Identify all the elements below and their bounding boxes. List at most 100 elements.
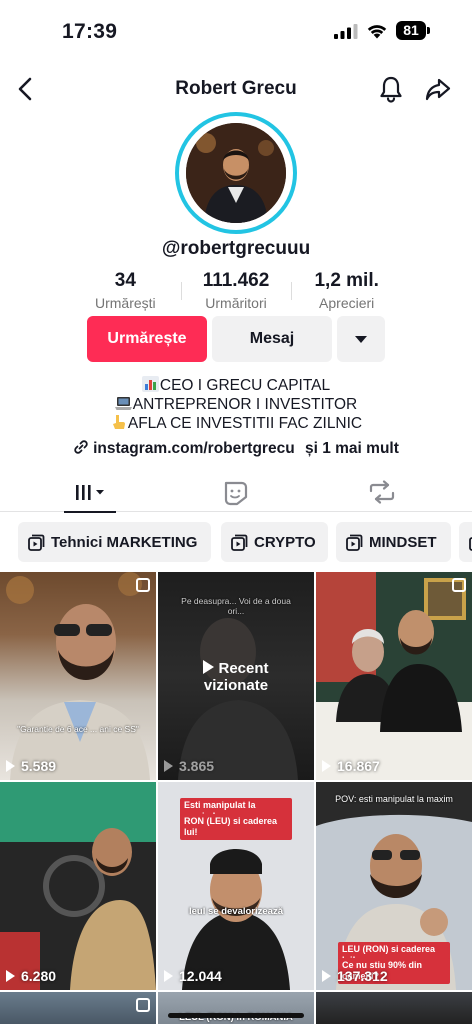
bio-link-more[interactable]: și 1 mai mult xyxy=(305,440,399,457)
play-icon xyxy=(164,970,173,982)
caret-down-icon xyxy=(355,335,367,343)
playlist-icon xyxy=(346,534,363,551)
avatar-story-ring[interactable] xyxy=(175,112,297,234)
profile-header: Robert Grecu xyxy=(0,66,472,112)
tab-videos[interactable] xyxy=(62,478,122,513)
bar-chart-emoji-icon xyxy=(141,376,159,392)
play-icon xyxy=(6,970,15,982)
view-count-value: 3.865 xyxy=(179,758,215,774)
recent-label-line2: vizionate xyxy=(203,677,269,694)
video-thumbnail[interactable]: 16.867 xyxy=(316,572,472,780)
bio-link[interactable]: instagram.com/robertgrecu și 1 mai mult xyxy=(0,439,472,458)
video-thumbnail[interactable]: Esti manipulat la maxim! RON (LEU) si ca… xyxy=(158,782,314,990)
carousel-icon xyxy=(452,578,466,592)
play-icon xyxy=(6,760,15,772)
share-icon[interactable] xyxy=(424,75,452,103)
video-thumbnail[interactable]: LEUL (RON) in ROMANIA xyxy=(158,992,314,1024)
cellular-signal-icon xyxy=(334,24,358,39)
carousel-icon xyxy=(136,998,150,1012)
stat-value: 111.462 xyxy=(202,270,270,291)
video-thumbnail[interactable]: Pe deasupra... Voi de a doua ori... Rece… xyxy=(158,572,314,780)
stat-following[interactable]: 34 Urmărești xyxy=(70,270,181,314)
view-count: 6.280 xyxy=(6,968,56,984)
play-icon xyxy=(203,660,215,674)
stat-value: 34 xyxy=(114,270,136,291)
caption-badge: RON (LEU) si caderea lui! xyxy=(180,814,292,840)
playlist-chips: Tehnici MARKETING CRYPTO MINDSET xyxy=(0,520,472,564)
video-caption: "Garantie de 6 ace ... ani ce SS" xyxy=(17,724,139,734)
bio-line: ANTREPRENOR I INVESTITOR xyxy=(0,395,472,414)
playlist-chip[interactable]: CRYPTO xyxy=(221,522,328,562)
play-icon xyxy=(164,760,173,772)
bio: CEO I GRECU CAPITAL ANTREPRENOR I INVEST… xyxy=(0,376,472,433)
carousel-icon xyxy=(136,578,150,592)
playlist-label: MINDSET xyxy=(369,533,437,551)
bio-link-url[interactable]: instagram.com/robertgrecu xyxy=(93,440,295,457)
tab-reposts[interactable] xyxy=(352,478,412,508)
username: @robertgrecuuu xyxy=(161,238,311,259)
wifi-icon xyxy=(367,25,387,39)
recent-label-line1: Recent xyxy=(218,660,269,677)
tab-favorites[interactable] xyxy=(206,478,266,508)
video-still xyxy=(316,572,472,780)
follow-button[interactable]: Urmărește xyxy=(87,316,207,362)
message-button[interactable]: Mesaj xyxy=(212,316,332,362)
playlist-icon xyxy=(231,534,248,551)
stat-label: Urmărești xyxy=(95,295,156,311)
avatar[interactable] xyxy=(186,123,286,223)
video-grid: "Garantie de 6 ace ... ani ce SS" 5.589 … xyxy=(0,572,472,1024)
profile-tabs xyxy=(0,474,472,513)
battery-tip xyxy=(427,27,430,34)
view-count: 16.867 xyxy=(322,758,380,774)
stat-followers[interactable]: 111.462 Urmăritori xyxy=(180,270,292,314)
video-still xyxy=(6,572,150,780)
view-count: 12.044 xyxy=(164,968,222,984)
playlist-chip[interactable]: MINDSET xyxy=(336,522,451,562)
stat-likes[interactable]: 1,2 mil. Aprecieri xyxy=(291,270,402,314)
link-icon xyxy=(74,440,88,454)
view-count-value: 6.280 xyxy=(21,968,57,984)
bio-line: AFLA CE INVESTITII FAC ZILNIC xyxy=(0,414,472,433)
view-count-value: 16.867 xyxy=(337,758,380,774)
laptop-emoji-icon xyxy=(114,397,132,410)
stat-label: Urmăritori xyxy=(205,295,267,311)
view-count-value: 5.589 xyxy=(21,758,57,774)
view-count: 5.589 xyxy=(6,758,56,774)
playlist-icon xyxy=(28,534,45,551)
bio-line-2: ANTREPRENOR I INVESTITOR xyxy=(132,396,358,413)
sticker-icon xyxy=(224,481,248,506)
bio-line: CEO I GRECU CAPITAL xyxy=(0,376,472,395)
video-thumbnail[interactable]: 6.280 xyxy=(0,782,156,990)
play-icon xyxy=(322,760,331,772)
play-icon xyxy=(322,970,331,982)
video-thumbnail[interactable] xyxy=(316,992,472,1024)
videos-grid-icon xyxy=(76,485,104,500)
stat-value: 1,2 mil. xyxy=(314,270,379,291)
video-still xyxy=(0,782,156,990)
pointing-down-emoji-icon xyxy=(112,415,125,429)
battery-indicator: 81 xyxy=(396,21,426,40)
playlist-chip[interactable]: Tehnici MARKETING xyxy=(18,522,211,562)
view-count-value: 12.044 xyxy=(179,968,222,984)
video-thumbnail[interactable]: POV: esti manipulat la maxim LEU (RON) s… xyxy=(316,782,472,990)
playlist-chip-partial[interactable] xyxy=(459,522,472,562)
bio-line-3: AFLA CE INVESTITII FAC ZILNIC xyxy=(127,415,363,432)
stat-label: Aprecieri xyxy=(319,295,375,311)
playlist-label: Tehnici MARKETING xyxy=(51,533,198,551)
suggested-accounts-button[interactable] xyxy=(337,316,385,362)
playlist-label: CRYPTO xyxy=(254,533,316,551)
video-caption: POV: esti manipulat la maxim xyxy=(335,794,453,804)
view-count-value: 137.312 xyxy=(337,968,388,984)
bio-line-1: CEO I GRECU CAPITAL xyxy=(159,377,331,394)
home-indicator[interactable] xyxy=(168,1013,304,1018)
bell-icon[interactable] xyxy=(378,75,404,103)
avatar-photo xyxy=(186,123,286,223)
status-bar: 17:39 81 xyxy=(0,0,472,60)
video-thumbnail[interactable] xyxy=(0,992,156,1024)
recently-watched-label: Recent vizionate xyxy=(158,660,314,694)
video-thumbnail[interactable]: "Garantie de 6 ace ... ani ce SS" 5.589 xyxy=(0,572,156,780)
video-caption: Pe deasupra... Voi de a doua ori... xyxy=(181,596,291,616)
status-time: 17:39 xyxy=(62,20,118,43)
video-caption: leul se devalorizează xyxy=(189,906,283,917)
repost-icon xyxy=(369,480,395,504)
